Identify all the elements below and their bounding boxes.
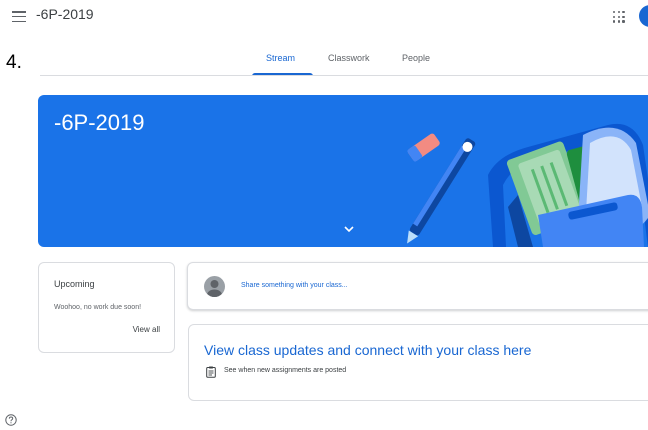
info-subtext: See when new assignments are posted — [224, 367, 347, 374]
chevron-down-icon[interactable] — [343, 225, 355, 233]
apps-grid-icon[interactable] — [613, 11, 625, 23]
view-all-link[interactable]: View all — [133, 325, 160, 334]
stream-info-card: View class updates and connect with your… — [188, 324, 648, 401]
menu-icon[interactable] — [12, 11, 26, 23]
share-box[interactable]: Share something with your class... — [187, 262, 648, 310]
account-avatar[interactable] — [639, 5, 648, 27]
tab-people[interactable]: People — [402, 53, 430, 63]
banner-title[interactable]: -6P-2019 — [54, 110, 145, 136]
class-banner: -6P-2019 — [38, 95, 648, 247]
assignment-icon — [206, 366, 216, 378]
upcoming-empty-text: Woohoo, no work due soon! — [54, 304, 142, 311]
tabs-divider — [40, 75, 648, 76]
help-icon[interactable] — [5, 414, 17, 426]
class-title[interactable]: -6P-2019 — [36, 6, 94, 22]
step-number-annotation: 4. — [6, 52, 22, 73]
tab-classwork[interactable]: Classwork — [328, 53, 370, 63]
upcoming-card: Upcoming Woohoo, no work due soon! View … — [38, 262, 175, 353]
user-avatar-icon — [204, 276, 225, 297]
upcoming-title: Upcoming — [54, 279, 95, 289]
info-heading: View class updates and connect with your… — [204, 342, 532, 358]
share-placeholder[interactable]: Share something with your class... — [241, 282, 348, 289]
tab-stream[interactable]: Stream — [266, 53, 295, 63]
backpack-illustration — [407, 124, 648, 247]
